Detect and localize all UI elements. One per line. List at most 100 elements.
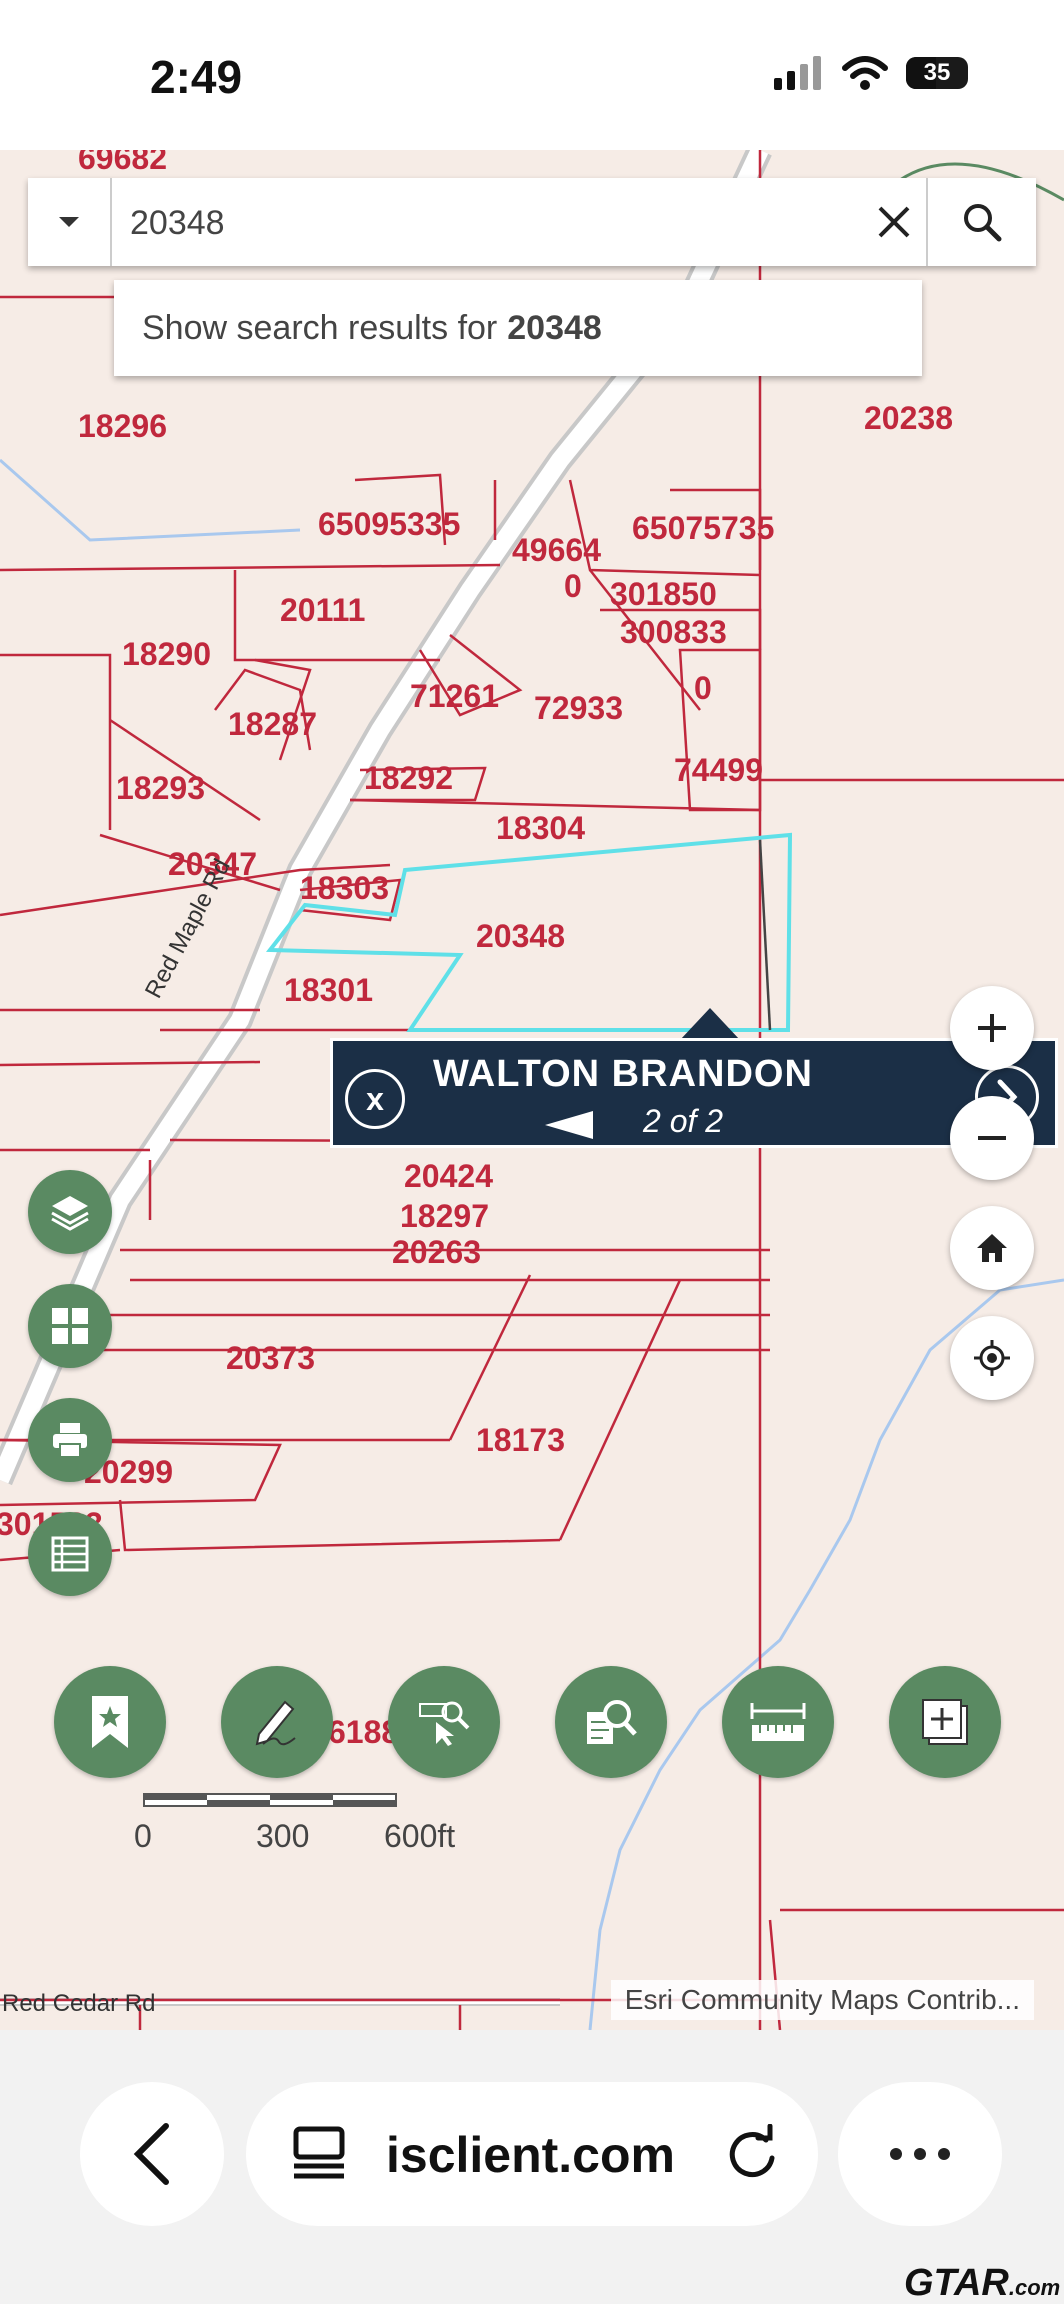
parcel-label[interactable]: 65075735: [632, 510, 774, 547]
tab-icon: [293, 2126, 345, 2179]
signal-icon: [774, 56, 821, 90]
parcel-label[interactable]: 20373: [226, 1340, 315, 1377]
measure-button[interactable]: [722, 1666, 834, 1778]
layers-button[interactable]: [28, 1170, 112, 1254]
parcel-label[interactable]: 18297: [400, 1198, 489, 1235]
search-bar: [28, 178, 1036, 266]
bookmark-star-icon: [92, 1696, 128, 1748]
print-button[interactable]: [28, 1398, 112, 1482]
more-dot-icon: [938, 2148, 950, 2160]
home-button[interactable]: [950, 1206, 1034, 1290]
parcel-label[interactable]: 18173: [476, 1422, 565, 1459]
wifi-icon: [842, 56, 888, 90]
add-layer-icon: [922, 1699, 968, 1745]
bookmarks-button[interactable]: [54, 1666, 166, 1778]
parcel-map[interactable]: 69682 18296 20238 65095335 65075735 4966…: [0, 150, 1064, 2030]
popup-previous-button[interactable]: [545, 1111, 593, 1139]
chevron-left-icon: [133, 2123, 169, 2185]
watermark-suffix: .com: [1008, 2275, 1061, 2300]
reload-icon[interactable]: [722, 2124, 782, 2184]
parcel-label[interactable]: 20348: [476, 918, 565, 955]
parcel-label[interactable]: 0: [564, 568, 582, 605]
zoom-in-button[interactable]: [950, 986, 1034, 1070]
plus-icon: [978, 1014, 1006, 1042]
parcel-label[interactable]: 18293: [116, 770, 205, 807]
identify-button[interactable]: [388, 1666, 500, 1778]
parcel-label[interactable]: 18290: [122, 636, 211, 673]
scale-bar: [143, 1793, 397, 1807]
zoom-out-button[interactable]: [950, 1096, 1034, 1180]
map-attribution[interactable]: Esri Community Maps Contrib...: [610, 1980, 1034, 2020]
pencil-icon: [255, 1700, 296, 1746]
watermark-logo: GTAR.com: [904, 2262, 1060, 2305]
battery-level: 35: [923, 59, 951, 86]
url-text: isclient.com: [386, 2127, 675, 2183]
browser-more-button[interactable]: [838, 2082, 1002, 2226]
parcel-label[interactable]: 65095335: [318, 506, 460, 543]
status-icons: 35: [774, 56, 968, 90]
popup-pointer: [680, 1008, 740, 1040]
parcel-label[interactable]: 18287: [228, 706, 317, 743]
suggestion-term: 20348: [507, 308, 602, 347]
parcel-label[interactable]: 0: [694, 670, 712, 707]
search-suggestion[interactable]: Show search results for 20348: [114, 280, 922, 376]
parcel-label[interactable]: 74499: [674, 752, 763, 789]
layers-icon: [51, 1196, 89, 1231]
parcel-label[interactable]: 301850: [610, 576, 717, 613]
caret-down-icon: [59, 217, 79, 227]
parcel-label[interactable]: 18304: [496, 810, 585, 847]
parcel-label[interactable]: 20238: [864, 400, 953, 437]
status-time: 2:49: [150, 51, 243, 103]
scale-label: 300: [256, 1818, 310, 1854]
scale-label: 600ft: [384, 1818, 456, 1854]
parcel-label[interactable]: 20263: [392, 1234, 481, 1271]
search-source-dropdown[interactable]: [28, 178, 112, 266]
parcel-label[interactable]: 18296: [78, 408, 167, 445]
parcel-label[interactable]: 20111: [280, 592, 365, 629]
parcel-label[interactable]: 18301: [284, 972, 373, 1009]
popup-close-button[interactable]: x: [345, 1069, 405, 1129]
search-button[interactable]: [926, 178, 1036, 266]
feature-popup: x WALTON BRANDON 2 of 2: [330, 1038, 1058, 1148]
suggestion-prefix: Show search results for: [142, 308, 498, 347]
close-icon: x: [366, 1080, 384, 1117]
parcel-label[interactable]: 69682: [78, 150, 167, 177]
parcel-label[interactable]: 18303: [300, 870, 389, 907]
add-data-button[interactable]: [889, 1666, 1001, 1778]
parcel-label[interactable]: 72933: [534, 690, 623, 727]
locate-button[interactable]: [950, 1316, 1034, 1400]
clear-search-button[interactable]: [864, 192, 924, 252]
draw-button[interactable]: [221, 1666, 333, 1778]
ruler-icon: [750, 1703, 806, 1741]
parcel-label[interactable]: 20424: [404, 1158, 493, 1195]
minus-icon: [978, 1136, 1006, 1140]
query-button[interactable]: [555, 1666, 667, 1778]
popup-title: WALTON BRANDON: [433, 1053, 813, 1095]
popup-count: 2 of 2: [643, 1103, 724, 1139]
battery-icon: 35: [906, 57, 968, 89]
parcel-label[interactable]: 300833: [620, 614, 727, 651]
status-bar: 2:49 35: [0, 0, 1064, 150]
printer-icon: [53, 1423, 87, 1458]
parcel-label[interactable]: 18292: [364, 760, 453, 797]
browser-back-button[interactable]: [80, 2082, 224, 2226]
home-icon: [977, 1234, 1007, 1262]
list-icon: [51, 1536, 89, 1572]
watermark-main: GTAR: [904, 2262, 1009, 2304]
address-bar[interactable]: isclient.com: [246, 2082, 818, 2226]
attribute-table-button[interactable]: [28, 1512, 112, 1596]
more-dot-icon: [914, 2148, 926, 2160]
more-dot-icon: [890, 2148, 902, 2160]
search-input[interactable]: [128, 196, 832, 250]
parcel-label[interactable]: 49664: [512, 532, 601, 569]
identify-icon: [419, 1701, 470, 1746]
search-icon: [964, 204, 1002, 242]
query-icon: [587, 1700, 637, 1744]
grid-icon: [52, 1308, 88, 1344]
scale-label: 0: [134, 1818, 152, 1854]
locate-icon: [974, 1340, 1010, 1376]
close-icon: [878, 206, 910, 238]
road-label: Red Cedar Rd: [2, 1990, 156, 2017]
basemap-button[interactable]: [28, 1284, 112, 1368]
parcel-label[interactable]: 71261: [410, 678, 499, 715]
